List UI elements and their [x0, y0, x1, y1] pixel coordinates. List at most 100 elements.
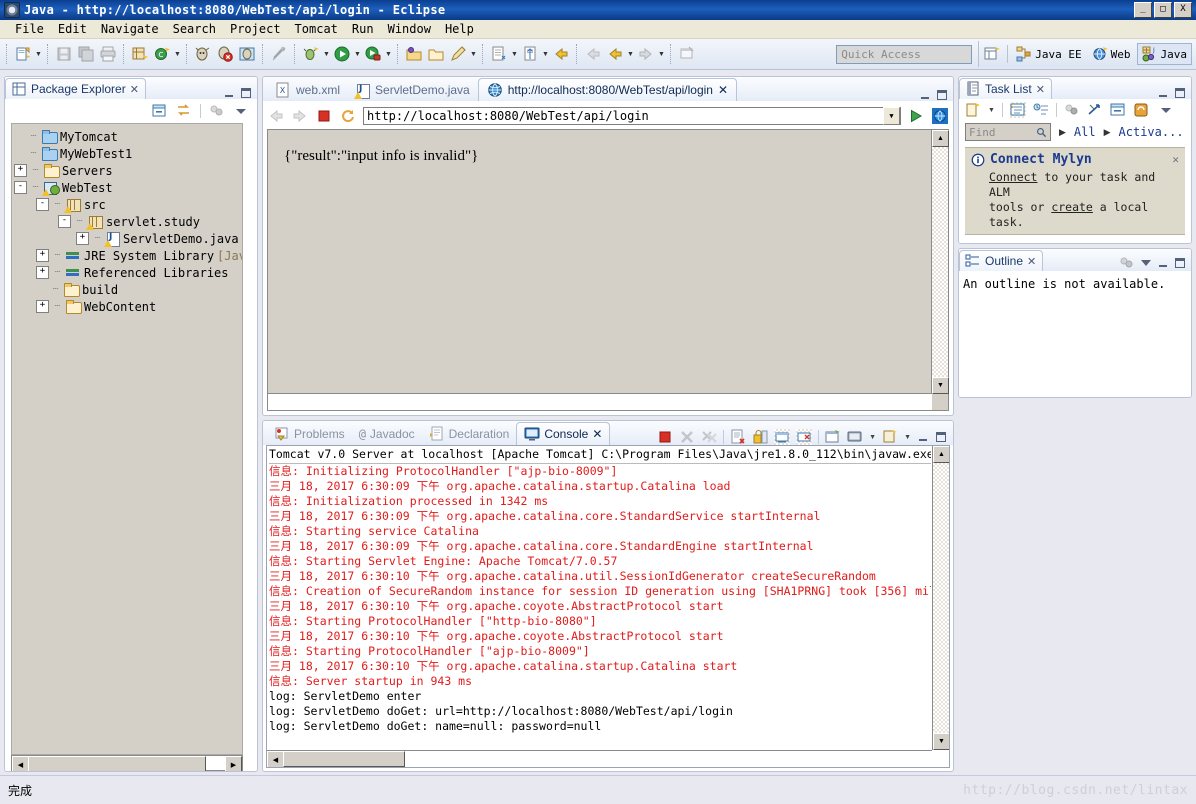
filter-activated-arrow-icon[interactable]: ▶ [1104, 127, 1111, 138]
perspective-java-ee[interactable]: Java EE [1012, 44, 1085, 64]
tree-item-servlet-study[interactable]: - ┄ servlet.study [14, 213, 240, 230]
browser-forward-button[interactable] [291, 107, 309, 125]
menu-search[interactable]: Search [166, 21, 223, 37]
debug-button[interactable] [300, 43, 322, 65]
chevron-down-icon[interactable]: ▼ [883, 107, 900, 125]
scroll-left-button[interactable]: ◀ [267, 751, 284, 767]
view-menu-icon[interactable] [233, 103, 249, 119]
perspective-java[interactable]: J Java [1136, 43, 1192, 65]
browser-open-external-button[interactable] [931, 107, 949, 125]
scroll-track[interactable] [933, 463, 949, 733]
maximize-icon[interactable] [1174, 257, 1186, 269]
new-console-view-icon[interactable] [882, 429, 898, 445]
console-vscrollbar[interactable]: ▲ ▼ [932, 446, 949, 750]
menu-run[interactable]: Run [345, 21, 381, 37]
minimize-icon[interactable] [1157, 87, 1169, 99]
previous-annotation-button[interactable] [519, 43, 541, 65]
browser-hscrollbar[interactable] [268, 393, 932, 410]
pencil-edit-button[interactable] [447, 43, 469, 65]
chevron-down-icon[interactable]: ▼ [988, 107, 995, 114]
browser-vscrollbar[interactable]: ▲ ▼ [931, 130, 949, 394]
menu-help[interactable]: Help [438, 21, 481, 37]
debug-dropdown-arrow[interactable]: ▼ [322, 43, 331, 65]
menu-navigate[interactable]: Navigate [94, 21, 166, 37]
tree-item-build[interactable]: ┄ build [14, 281, 240, 298]
task-search-input[interactable]: Find [965, 123, 1051, 141]
maximize-icon[interactable] [935, 431, 947, 443]
open-type-button[interactable] [403, 43, 425, 65]
tab-task-list[interactable]: Task List ✕ [959, 78, 1052, 99]
forward-dropdown-arrow[interactable]: ▼ [657, 43, 666, 65]
back-arrow-button[interactable] [582, 43, 604, 65]
browser-refresh-button[interactable] [339, 107, 357, 125]
tree-item-servers[interactable]: + ┄ Servers [14, 162, 240, 179]
close-icon[interactable]: ✕ [1027, 255, 1036, 268]
previous-annotation-dropdown-arrow[interactable]: ▼ [541, 43, 550, 65]
back-navigation-button[interactable] [550, 43, 572, 65]
tab-problems[interactable]: Problems [267, 423, 352, 445]
filter-icon[interactable] [1119, 255, 1135, 271]
tree-item-webcontent[interactable]: + ┄ WebContent [14, 298, 240, 315]
minimize-icon[interactable] [917, 431, 929, 443]
close-button[interactable]: X [1174, 2, 1192, 18]
quick-access-input[interactable]: Quick Access [836, 44, 973, 64]
menu-project[interactable]: Project [223, 21, 288, 37]
pin-editor-button[interactable] [676, 43, 698, 65]
tree-item-mytomcat[interactable]: ┄ MyTomcat [14, 128, 240, 145]
minimize-icon[interactable] [919, 89, 931, 101]
maximize-icon[interactable] [936, 89, 948, 101]
tab-package-explorer[interactable]: Package Explorer ✕ [5, 78, 146, 99]
new-java-package-button[interactable] [129, 43, 151, 65]
pin-console-icon[interactable] [774, 429, 791, 445]
expand-toggle[interactable]: + [14, 164, 27, 177]
new-java-class-button[interactable]: C [151, 43, 173, 65]
minimize-button[interactable]: _ [1134, 2, 1152, 18]
console-output-panel[interactable]: Tomcat v7.0 Server at localhost [Apache … [266, 445, 950, 768]
next-annotation-button[interactable] [488, 43, 510, 65]
expand-toggle[interactable]: + [76, 232, 89, 245]
scroll-thumb[interactable] [283, 751, 405, 767]
open-perspective-button[interactable] [981, 43, 1003, 65]
tree-item-servletdemo-java[interactable]: + ┄ ServletDemo.java [14, 230, 240, 247]
close-icon[interactable]: ✕ [718, 83, 728, 97]
maximize-icon[interactable] [1174, 87, 1186, 99]
scroll-lock-icon[interactable] [752, 429, 768, 445]
browser-back-button[interactable] [267, 107, 285, 125]
menu-window[interactable]: Window [381, 21, 438, 37]
terminate-icon[interactable] [657, 429, 673, 445]
scroll-track[interactable] [932, 147, 948, 377]
open-console-icon[interactable] [825, 429, 841, 445]
scheduled-presentation-icon[interactable] [1033, 102, 1049, 118]
scroll-thumb[interactable] [28, 756, 206, 771]
tab-javadoc[interactable]: @ Javadoc [352, 423, 422, 445]
edit-dropdown-arrow[interactable]: ▼ [469, 43, 478, 65]
tab-web-xml[interactable]: X web.xml [267, 79, 348, 101]
next-annotation-dropdown-arrow[interactable]: ▼ [510, 43, 519, 65]
filter-all-arrow-icon[interactable]: ▶ [1059, 127, 1066, 138]
close-icon[interactable]: ✕ [592, 427, 602, 441]
scroll-right-button[interactable]: ▶ [225, 756, 242, 771]
new-button[interactable] [12, 43, 34, 65]
close-icon[interactable]: ✕ [130, 83, 139, 96]
maximize-icon[interactable] [240, 87, 252, 99]
tree-item-mywebtest1[interactable]: ┄ MyWebTest1 [14, 145, 240, 162]
run-button[interactable] [331, 43, 353, 65]
view-menu-filter-icon[interactable] [209, 103, 225, 119]
minimize-icon[interactable] [1157, 257, 1169, 269]
run-external-tools-button[interactable] [362, 43, 384, 65]
filter-icon[interactable] [1064, 102, 1080, 118]
collapse-toggle[interactable]: - [36, 198, 49, 211]
menu-file[interactable]: File [8, 21, 51, 37]
close-icon[interactable]: ✕ [1036, 83, 1045, 96]
tree-item-webtest[interactable]: - ┄ WebTest [14, 179, 240, 196]
tab-servletdemo-java[interactable]: ServletDemo.java [348, 79, 478, 101]
ant-view-button[interactable] [236, 43, 258, 65]
collapse-toggle[interactable]: - [14, 181, 27, 194]
focus-on-workweek-icon[interactable] [1087, 102, 1103, 118]
package-explorer-hscrollbar[interactable]: ◀ ▶ [11, 755, 243, 771]
menu-edit[interactable]: Edit [51, 21, 94, 37]
collapse-all-icon[interactable] [1110, 102, 1126, 118]
scroll-down-button[interactable]: ▼ [932, 377, 949, 394]
display-selected-console-icon[interactable] [796, 429, 813, 445]
chevron-down-icon[interactable]: ▼ [869, 434, 876, 441]
